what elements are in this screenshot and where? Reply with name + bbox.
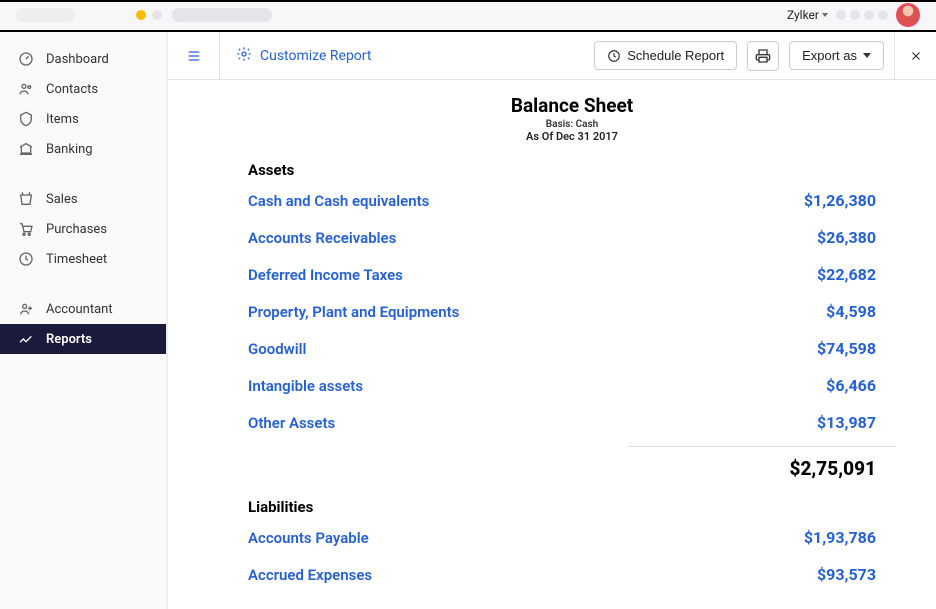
nav-dots — [836, 10, 888, 20]
asset-label[interactable]: Accounts Receivables — [248, 229, 396, 247]
report-basis: Basis: Cash — [248, 119, 896, 130]
assets-total-row: $2,75,091 — [628, 446, 896, 480]
avatar[interactable] — [896, 3, 920, 27]
report-header: Balance Sheet Basis: Cash As Of Dec 31 2… — [248, 94, 896, 143]
assets-total: $2,75,091 — [790, 457, 877, 480]
asset-label[interactable]: Property, Plant and Equipments — [248, 303, 459, 321]
dashboard-icon — [18, 51, 34, 67]
close-icon — [909, 49, 923, 63]
sidebar-item-sales[interactable]: Sales — [0, 184, 166, 214]
org-name: Zylker — [787, 8, 819, 22]
topbar-left — [16, 8, 272, 22]
sidebar-item-contacts[interactable]: Contacts — [0, 74, 166, 104]
banking-icon — [18, 141, 34, 157]
actionbar: Customize Report Schedule Report Export … — [168, 32, 936, 80]
hamburger-icon — [186, 48, 202, 64]
asset-value: $74,598 — [817, 339, 876, 358]
nav-group-2: Sales Purchases Timesheet — [0, 184, 166, 274]
asset-value: $13,987 — [817, 413, 876, 432]
org-switcher[interactable]: Zylker — [787, 8, 828, 22]
asset-label[interactable]: Other Assets — [248, 414, 335, 432]
chevron-down-icon — [863, 53, 871, 58]
topbar: Zylker — [0, 0, 936, 32]
liability-label[interactable]: Accrued Expenses — [248, 566, 372, 584]
window-dots — [136, 10, 162, 20]
sidebar-item-items[interactable]: Items — [0, 104, 166, 134]
sidebar-item-label: Sales — [46, 192, 78, 207]
schedule-label: Schedule Report — [627, 48, 724, 63]
items-icon — [18, 111, 34, 127]
logo-placeholder — [16, 8, 76, 22]
sidebar-item-label: Reports — [46, 332, 92, 347]
topbar-right: Zylker — [787, 3, 920, 27]
sidebar-item-label: Accountant — [46, 302, 113, 317]
asset-value: $4,598 — [826, 302, 876, 321]
report-date: As Of Dec 31 2017 — [248, 130, 896, 143]
liability-row: Accounts Payable $1,93,786 — [248, 528, 896, 547]
print-button[interactable] — [747, 41, 779, 71]
sidebar: Dashboard Contacts Items Banking Sales P… — [0, 32, 167, 609]
asset-row: Deferred Income Taxes $22,682 — [248, 265, 896, 284]
liability-label[interactable]: Accounts Payable — [248, 529, 369, 547]
sidebar-item-label: Timesheet — [46, 252, 107, 267]
sidebar-item-dashboard[interactable]: Dashboard — [0, 44, 166, 74]
export-button[interactable]: Export as — [789, 41, 884, 70]
section-head-liabilities: Liabilities — [248, 498, 896, 516]
asset-row: Cash and Cash equivalents $1,26,380 — [248, 191, 896, 210]
section-head-assets: Assets — [248, 161, 896, 179]
menu-button[interactable] — [168, 32, 220, 80]
dot-grey — [152, 10, 162, 20]
accountant-icon — [18, 301, 34, 317]
sales-icon — [18, 191, 34, 207]
asset-value: $1,26,380 — [804, 191, 876, 210]
export-label: Export as — [802, 48, 857, 63]
clock-icon — [607, 49, 621, 63]
liability-row: Accrued Expenses $93,573 — [248, 565, 896, 584]
liability-value: $1,93,786 — [804, 528, 876, 547]
asset-value: $6,466 — [826, 376, 876, 395]
timesheet-icon — [18, 251, 34, 267]
asset-value: $22,682 — [817, 265, 876, 284]
sidebar-item-label: Purchases — [46, 222, 107, 237]
sidebar-item-label: Banking — [46, 142, 93, 157]
report-body: Balance Sheet Basis: Cash As Of Dec 31 2… — [168, 80, 936, 609]
sidebar-item-banking[interactable]: Banking — [0, 134, 166, 164]
asset-value: $26,380 — [817, 228, 876, 247]
sidebar-item-reports[interactable]: Reports — [0, 324, 166, 354]
sidebar-item-timesheet[interactable]: Timesheet — [0, 244, 166, 274]
title-placeholder — [172, 8, 272, 22]
nav-group-1: Dashboard Contacts Items Banking — [0, 44, 166, 164]
schedule-report-button[interactable]: Schedule Report — [594, 41, 737, 70]
dot-yellow — [136, 10, 146, 20]
asset-label[interactable]: Intangible assets — [248, 377, 363, 395]
asset-row: Accounts Receivables $26,380 — [248, 228, 896, 247]
gear-icon — [236, 46, 252, 66]
asset-row: Property, Plant and Equipments $4,598 — [248, 302, 896, 321]
customize-report-button[interactable]: Customize Report — [220, 46, 594, 66]
reports-icon — [18, 331, 34, 347]
customize-label: Customize Report — [260, 48, 371, 64]
print-icon — [755, 48, 771, 64]
purchases-icon — [18, 221, 34, 237]
asset-label[interactable]: Goodwill — [248, 340, 306, 358]
asset-row: Goodwill $74,598 — [248, 339, 896, 358]
sidebar-item-purchases[interactable]: Purchases — [0, 214, 166, 244]
asset-row: Intangible assets $6,466 — [248, 376, 896, 395]
close-button[interactable] — [894, 32, 936, 80]
asset-row: Other Assets $13,987 — [248, 413, 896, 432]
action-buttons: Schedule Report Export as — [594, 41, 894, 71]
sidebar-item-label: Contacts — [46, 82, 98, 97]
nav-group-3: Accountant Reports — [0, 294, 166, 354]
sidebar-item-label: Dashboard — [46, 52, 109, 67]
contacts-icon — [18, 81, 34, 97]
main: Customize Report Schedule Report Export … — [167, 32, 936, 609]
asset-label[interactable]: Cash and Cash equivalents — [248, 192, 429, 210]
asset-label[interactable]: Deferred Income Taxes — [248, 266, 403, 284]
report-title: Balance Sheet — [248, 94, 896, 117]
sidebar-item-label: Items — [46, 112, 79, 127]
liability-value: $93,573 — [817, 565, 876, 584]
sidebar-item-accountant[interactable]: Accountant — [0, 294, 166, 324]
